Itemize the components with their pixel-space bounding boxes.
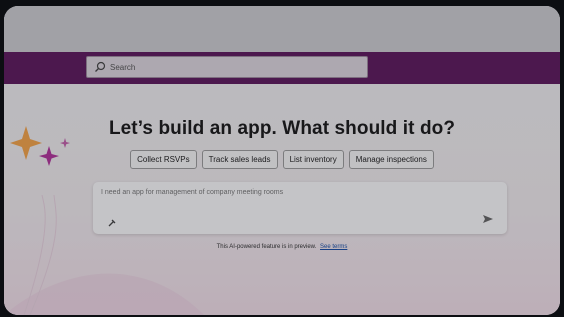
main-content: Let’s build an app. What should it do? C… bbox=[4, 84, 560, 315]
disclaimer-text: This AI-powered feature is in preview. bbox=[216, 244, 317, 250]
prompt-input-text: I need an app for management of company … bbox=[101, 189, 284, 196]
suggestion-chips: Collect RSVPs Track sales leads List inv… bbox=[4, 150, 560, 169]
send-icon[interactable] bbox=[481, 212, 495, 226]
search-box[interactable]: Search bbox=[86, 56, 368, 78]
search-placeholder: Search bbox=[110, 62, 136, 72]
app-header-bar: Search bbox=[4, 52, 560, 84]
preview-disclaimer: This AI-powered feature is in preview. S… bbox=[4, 244, 560, 250]
suggestion-chip-track-sales-leads[interactable]: Track sales leads bbox=[201, 150, 278, 169]
suggestion-chip-list-inventory[interactable]: List inventory bbox=[282, 150, 344, 169]
browser-titlebar bbox=[4, 6, 560, 52]
page-headline: Let’s build an app. What should it do? bbox=[108, 118, 456, 139]
see-terms-link[interactable]: See terms bbox=[320, 244, 347, 250]
search-icon bbox=[93, 60, 107, 74]
app-window: Search Let’s build an app. What should i… bbox=[4, 6, 560, 315]
app-description-input[interactable]: I need an app for management of company … bbox=[93, 182, 507, 234]
suggestion-chip-manage-inspections[interactable]: Manage inspections bbox=[348, 150, 434, 169]
suggestion-chip-collect-rsvps[interactable]: Collect RSVPs bbox=[130, 150, 197, 169]
attach-icon[interactable] bbox=[107, 215, 117, 227]
